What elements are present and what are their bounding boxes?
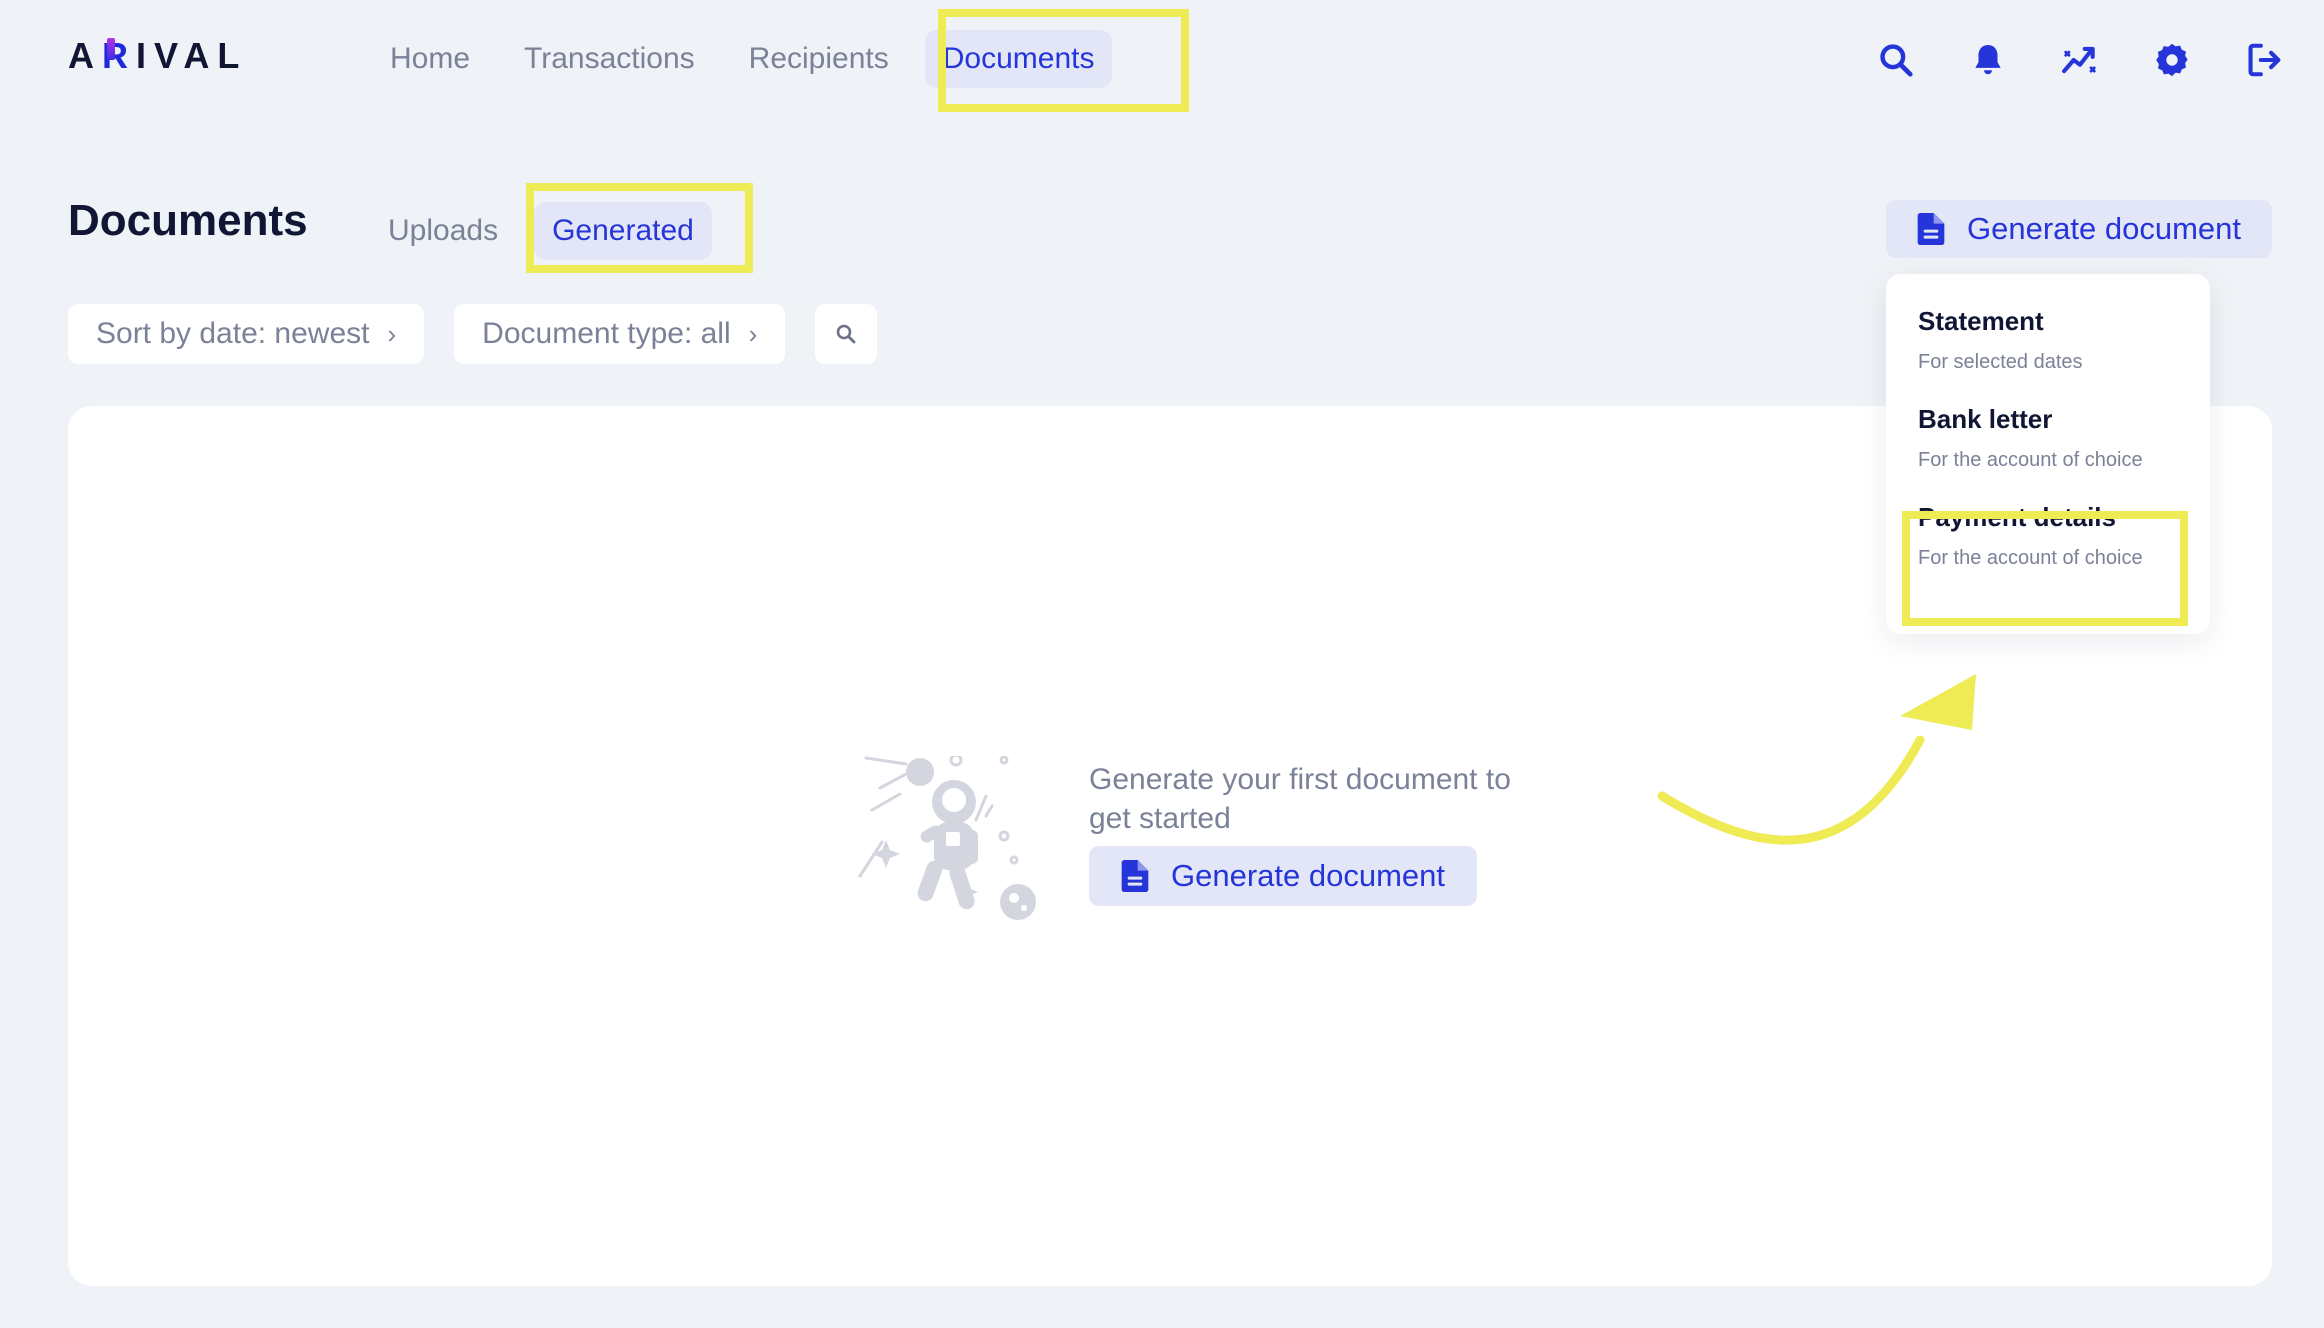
generate-document-menu: Statement For selected dates Bank letter… [1886, 274, 2210, 634]
logo-text-rest: IVAL [136, 35, 248, 76]
document-icon [1121, 860, 1149, 892]
search-icon [836, 324, 856, 344]
empty-state: Generate your first document to get star… [858, 756, 1558, 936]
analytics-icon[interactable] [2060, 40, 2100, 80]
chevron-right-icon: › [748, 318, 758, 349]
header-actions [1876, 32, 2284, 88]
sort-filter[interactable]: Sort by date: newest › [68, 304, 425, 364]
empty-state-generate-button[interactable]: Generate document [1089, 846, 1477, 906]
search-icon[interactable] [1876, 40, 1916, 80]
nav-documents[interactable]: Documents [924, 30, 1113, 88]
filter-bar: Sort by date: newest › Document type: al… [68, 304, 878, 364]
document-tabs: Uploads Generated [370, 202, 712, 260]
menu-item-payment-details[interactable]: Payment details For the account of choic… [1918, 502, 2210, 570]
menu-item-statement[interactable]: Statement For selected dates [1918, 306, 2210, 374]
nav-transactions[interactable]: Transactions [506, 30, 713, 88]
logo-text-r: R [102, 35, 136, 76]
astronaut-illustration-icon [858, 756, 1036, 920]
page-title: Documents [68, 196, 308, 245]
gear-icon[interactable] [2152, 40, 2192, 80]
sort-filter-label: Sort by date: newest [96, 317, 370, 350]
page: A R IVAL Home Transactions Recipients Docu… [0, 0, 2324, 1328]
logo-text-a: A [68, 35, 102, 76]
main-nav: Home Transactions Recipients Documents [372, 28, 1113, 90]
menu-item-subtitle: For the account of choice [1918, 547, 2143, 569]
empty-state-generate-label: Generate document [1170, 858, 1445, 893]
document-type-filter-label: Document type: all [482, 317, 731, 350]
tab-generated[interactable]: Generated [534, 202, 712, 260]
chevron-right-icon: › [387, 318, 397, 349]
menu-item-subtitle: For selected dates [1918, 351, 2083, 373]
menu-item-bank-letter[interactable]: Bank letter For the account of choice [1918, 404, 2210, 472]
nav-home[interactable]: Home [372, 30, 488, 88]
menu-item-title: Payment details [1918, 502, 2116, 532]
generate-document-label: Generate document [1966, 211, 2241, 246]
document-icon [1917, 213, 1945, 245]
document-type-filter[interactable]: Document type: all › [454, 304, 786, 364]
generate-document-button[interactable]: Generate document [1886, 200, 2272, 258]
tab-uploads[interactable]: Uploads [370, 202, 516, 260]
filter-search-button[interactable] [815, 304, 878, 364]
menu-item-title: Bank letter [1918, 404, 2053, 434]
empty-state-message: Generate your first document to get star… [1089, 763, 1511, 835]
menu-item-subtitle: For the account of choice [1918, 449, 2143, 471]
bell-icon[interactable] [1968, 40, 2008, 80]
logout-icon[interactable] [2244, 40, 2284, 80]
nav-recipients[interactable]: Recipients [731, 30, 907, 88]
arival-logo[interactable]: A R IVAL [68, 35, 248, 76]
menu-item-title: Statement [1918, 306, 2044, 336]
